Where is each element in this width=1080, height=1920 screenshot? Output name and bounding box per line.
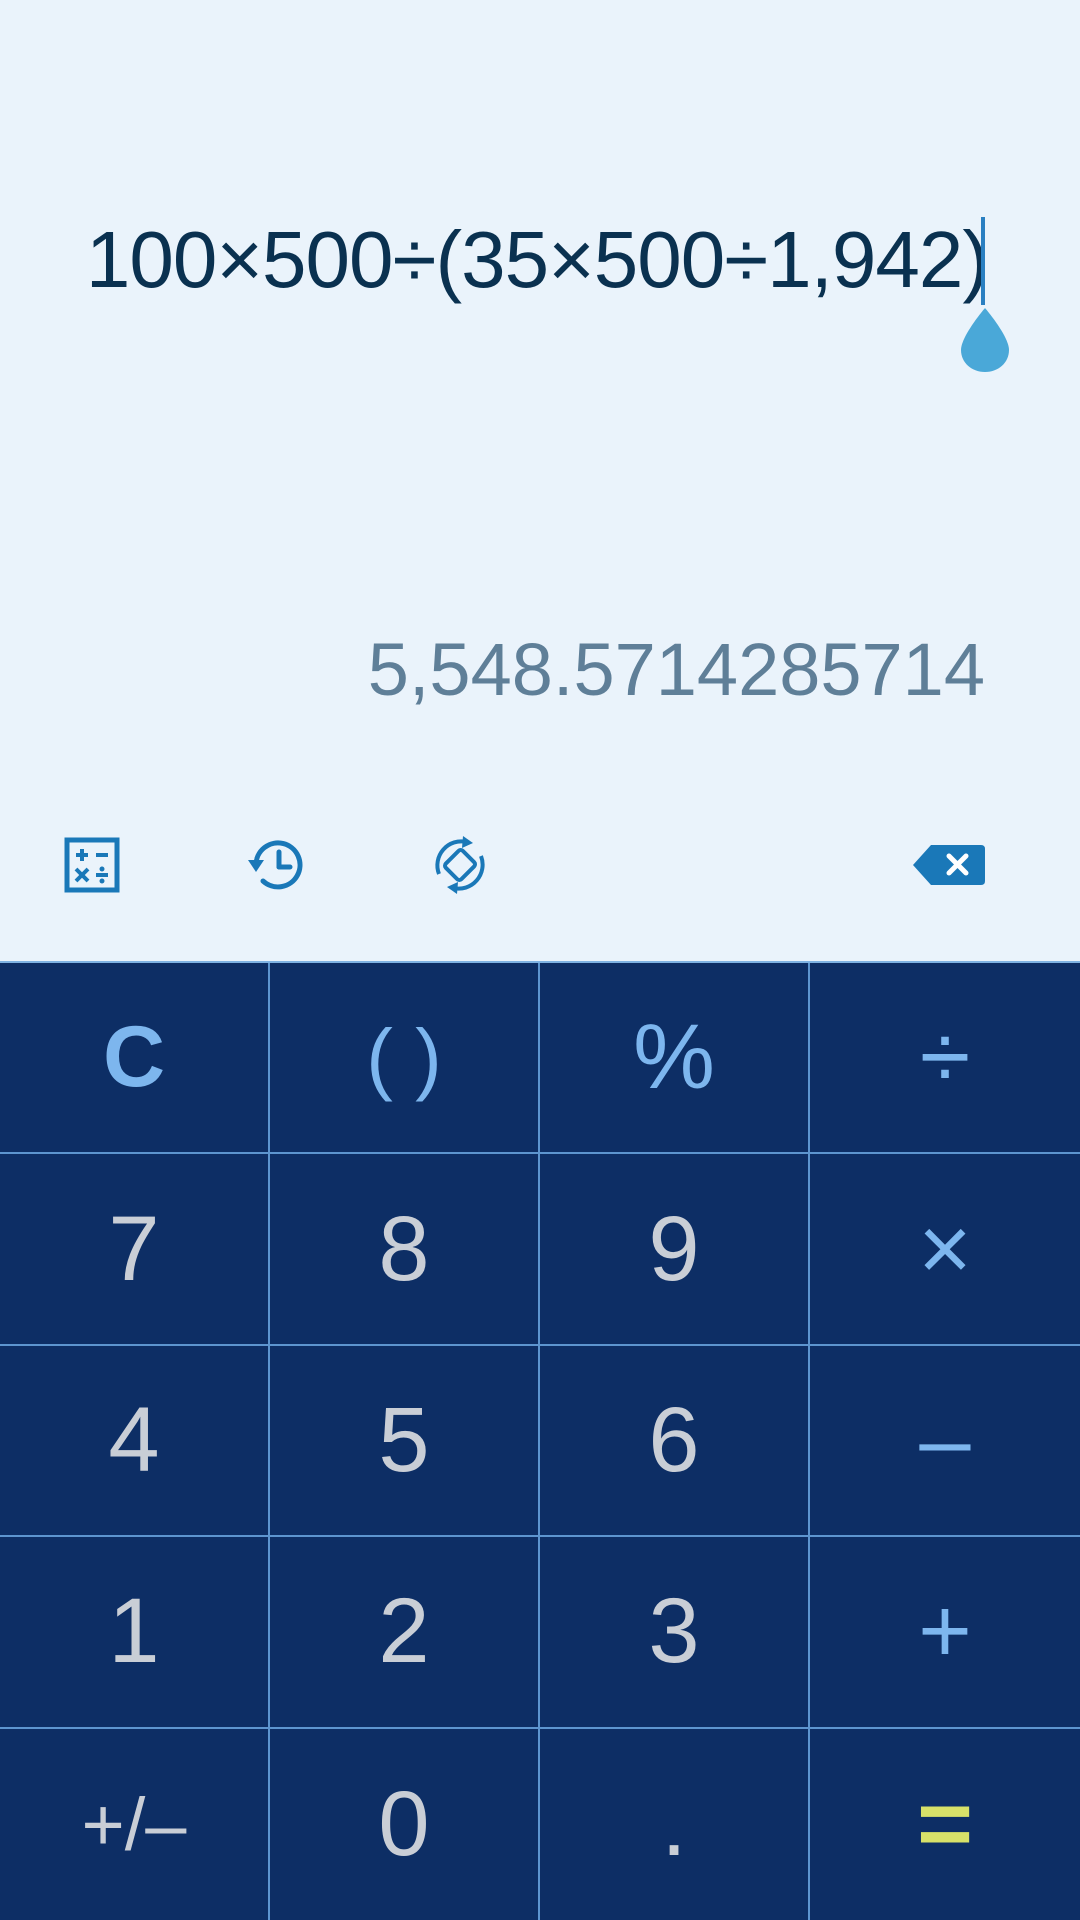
- digit-2-button[interactable]: 2: [270, 1537, 540, 1729]
- digit-8-button[interactable]: 8: [270, 1154, 540, 1346]
- equals-button[interactable]: =: [810, 1729, 1080, 1920]
- history-icon: [248, 840, 303, 890]
- divide-button[interactable]: ÷: [810, 963, 1080, 1155]
- backspace-button[interactable]: [911, 832, 987, 898]
- percent-button[interactable]: %: [540, 963, 810, 1155]
- digit-3-button[interactable]: 3: [540, 1537, 810, 1729]
- digit-7-button[interactable]: 7: [0, 1154, 270, 1346]
- display-area: 100×500÷(35×500÷1,942) 5,548.5714285714: [0, 0, 1080, 961]
- digit-1-button[interactable]: 1: [0, 1537, 270, 1729]
- text-cursor: [981, 217, 985, 305]
- digit-9-button[interactable]: 9: [540, 1154, 810, 1346]
- result-preview: 5,548.5714285714: [367, 628, 985, 711]
- unit-converter-icon: [64, 837, 120, 893]
- expression-input[interactable]: 100×500÷(35×500÷1,942): [86, 205, 989, 315]
- subtract-button[interactable]: –: [810, 1346, 1080, 1538]
- digit-6-button[interactable]: 6: [540, 1345, 810, 1538]
- cursor-handle-icon[interactable]: [957, 306, 1013, 374]
- add-button[interactable]: +: [810, 1537, 1080, 1729]
- clear-button[interactable]: C: [0, 963, 270, 1155]
- decimal-button[interactable]: .: [540, 1728, 810, 1920]
- plus-minus-button[interactable]: +/–: [0, 1728, 270, 1920]
- digit-4-button[interactable]: 4: [0, 1345, 270, 1538]
- parentheses-button[interactable]: ( ): [270, 963, 540, 1155]
- calculator-app: 100×500÷(35×500÷1,942) 5,548.5714285714: [0, 0, 1080, 1920]
- digit-5-button[interactable]: 5: [270, 1345, 540, 1538]
- multiply-button[interactable]: ×: [810, 1154, 1080, 1346]
- rotate-button[interactable]: [425, 832, 495, 898]
- unit-converter-button[interactable]: [57, 832, 127, 898]
- backspace-icon: [913, 845, 985, 885]
- rotate-scientific-icon: [435, 836, 485, 894]
- history-button[interactable]: [242, 832, 312, 898]
- digit-0-button[interactable]: 0: [270, 1728, 540, 1920]
- keypad: C ( ) % ÷ 7 8 9 × 4 5 6 – 1 2 3 + +/– 0 …: [0, 961, 1080, 1920]
